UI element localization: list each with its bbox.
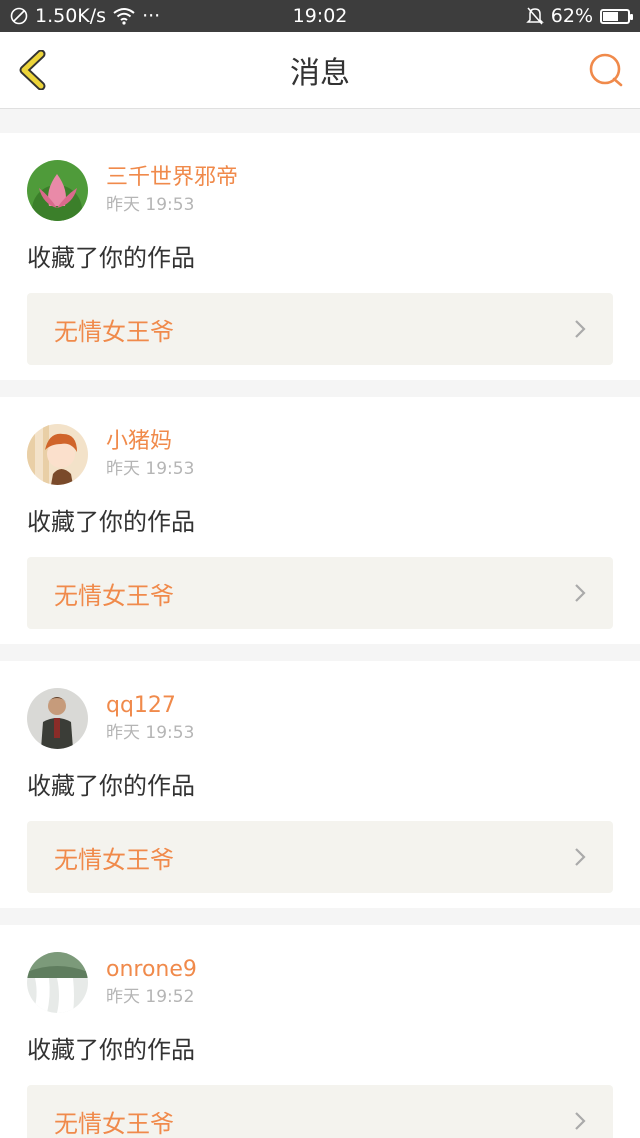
status-bar: 1.50K/s ··· 19:02 62% xyxy=(0,0,640,32)
chevron-right-icon xyxy=(575,848,586,866)
action-text: 收藏了你的作品 xyxy=(27,1036,195,1064)
action-text: 收藏了你的作品 xyxy=(27,244,195,272)
username[interactable]: 小猪妈 xyxy=(106,427,194,457)
message-card: 三千世界邪帝 昨天 19:53 收藏了你的作品 无情女王爷 xyxy=(0,133,640,380)
chevron-right-icon xyxy=(575,320,586,338)
work-title: 无情女王爷 xyxy=(54,1109,174,1138)
timestamp: 昨天 19:53 xyxy=(106,195,195,215)
work-link[interactable]: 无情女王爷 xyxy=(27,821,613,893)
timestamp: 昨天 19:53 xyxy=(106,723,195,743)
chevron-right-icon xyxy=(575,1112,586,1130)
battery-percent: 62% xyxy=(550,5,593,27)
waterfall-avatar-icon[interactable] xyxy=(27,951,88,1013)
action-text: 收藏了你的作品 xyxy=(27,508,195,536)
username[interactable]: 三千世界邪帝 xyxy=(106,163,238,193)
chevron-right-icon xyxy=(575,584,586,602)
work-title: 无情女王爷 xyxy=(54,845,174,874)
anime-girl-avatar-icon[interactable] xyxy=(27,423,88,485)
battery-icon xyxy=(600,8,633,24)
work-link[interactable]: 无情女王爷 xyxy=(27,1085,613,1138)
back-arrow-icon[interactable] xyxy=(14,50,54,90)
message-card: 小猪妈 昨天 19:53 收藏了你的作品 无情女王爷 xyxy=(0,397,640,644)
man-avatar-icon[interactable] xyxy=(27,687,88,749)
more-indicator: ··· xyxy=(142,5,161,27)
username[interactable]: qq127 xyxy=(106,691,194,721)
work-title: 无情女王爷 xyxy=(54,581,174,610)
message-list: 三千世界邪帝 昨天 19:53 收藏了你的作品 无情女王爷 小猪妈 昨天 19:… xyxy=(0,109,640,1138)
no-sim-icon xyxy=(10,7,28,25)
mute-bell-icon xyxy=(525,7,544,25)
message-card: qq127 昨天 19:53 收藏了你的作品 无情女王爷 xyxy=(0,661,640,908)
work-link[interactable]: 无情女王爷 xyxy=(27,293,613,365)
network-speed: 1.50K/s xyxy=(35,5,107,27)
page-title: 消息 xyxy=(290,56,350,91)
lotus-avatar-icon[interactable] xyxy=(27,159,88,221)
wifi-icon xyxy=(113,8,135,25)
username[interactable]: onrone9 xyxy=(106,955,197,985)
header: 消息 xyxy=(0,32,640,109)
search-icon[interactable] xyxy=(588,52,624,88)
timestamp: 昨天 19:53 xyxy=(106,459,195,479)
action-text: 收藏了你的作品 xyxy=(27,772,195,800)
work-link[interactable]: 无情女王爷 xyxy=(27,557,613,629)
timestamp: 昨天 19:52 xyxy=(106,987,195,1007)
message-card: onrone9 昨天 19:52 收藏了你的作品 无情女王爷 xyxy=(0,925,640,1138)
work-title: 无情女王爷 xyxy=(54,317,174,346)
